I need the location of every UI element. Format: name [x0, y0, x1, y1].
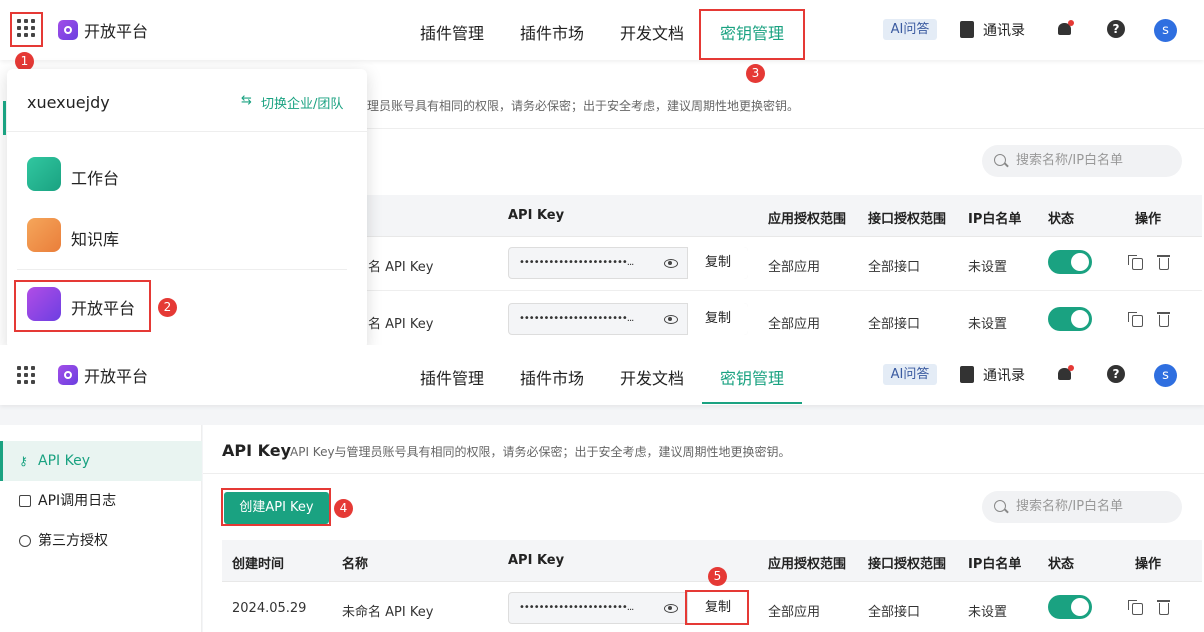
key-name: 名 API Key [368, 317, 434, 332]
avatar[interactable]: s [1154, 364, 1177, 387]
top-screenshot-panel: 理员账号具有相同的权限，请务必保密；出于安全考虑，建议周期性地更换密钥。 搜索名… [0, 0, 1204, 345]
status-toggle[interactable] [1048, 595, 1092, 619]
workbench-icon [27, 157, 61, 191]
nav-dev-docs[interactable]: 开发文档 [620, 20, 684, 44]
key-icon: ⚷ [19, 454, 28, 468]
status-toggle[interactable] [1048, 307, 1092, 331]
delete-icon[interactable] [1157, 312, 1170, 327]
bell-icon[interactable] [1057, 20, 1074, 37]
apps-grid-icon[interactable] [17, 366, 37, 386]
highlight-grid [10, 12, 43, 47]
contacts-link[interactable]: 通讯录 [983, 365, 1025, 385]
switch-team-link[interactable]: 切换企业/团队 [261, 93, 343, 112]
app-switcher-dropdown: xuexuejdy ⇆ 切换企业/团队 工作台 知识库 开放平台 2 [3, 69, 367, 345]
status-toggle[interactable] [1048, 250, 1092, 274]
step-badge-4: 4 [334, 499, 353, 518]
copy-icon[interactable] [1128, 255, 1143, 270]
brand-title[interactable]: 开放平台 [84, 18, 148, 42]
notice-text: 理员账号具有相同的权限，请务必保密；出于安全考虑，建议周期性地更换密钥。 [367, 99, 800, 113]
top-header: 开放平台 插件管理 插件市场 开发文档 密钥管理 AI问答 通讯录 ? s [0, 345, 1204, 405]
sidebar-item-third-party-auth[interactable]: 第三方授权 [0, 521, 202, 561]
contacts-book-icon[interactable] [960, 21, 974, 38]
highlight-create [221, 488, 331, 526]
eye-icon[interactable] [664, 604, 678, 613]
api-key-field: ••••••••••••••••••••••... 复制 [508, 303, 748, 335]
ai-qa-button[interactable]: AI问答 [883, 364, 937, 385]
nav-plugin-market[interactable]: 插件市场 [520, 365, 584, 389]
platform-logo-icon [58, 365, 78, 385]
copy-icon[interactable] [1128, 312, 1143, 327]
top-header: 开放平台 插件管理 插件市场 开发文档 密钥管理 AI问答 通讯录 ? s [0, 0, 1204, 60]
app-knowledge-base[interactable]: 知识库 [71, 226, 119, 250]
sidebar-item-api-key[interactable]: ⚷ API Key [0, 441, 202, 481]
step-badge-2: 2 [158, 298, 177, 317]
sidebar: ⚷ API Key API调用日志 第三方授权 [0, 425, 202, 632]
knowledge-base-icon [27, 218, 61, 252]
switch-icon[interactable]: ⇆ [241, 93, 252, 108]
avatar[interactable]: s [1154, 19, 1177, 42]
log-icon [19, 495, 31, 507]
bottom-screenshot-panel: 开放平台 插件管理 插件市场 开发文档 密钥管理 AI问答 通讯录 ? s ⚷ … [0, 345, 1204, 632]
delete-icon[interactable] [1157, 255, 1170, 270]
copy-icon[interactable] [1128, 600, 1143, 615]
highlight-key-manage [699, 9, 805, 60]
app-workbench[interactable]: 工作台 [71, 165, 119, 189]
eye-icon[interactable] [664, 315, 678, 324]
bell-icon[interactable] [1057, 365, 1074, 382]
ai-qa-button[interactable]: AI问答 [883, 19, 937, 40]
page-title: API Key [222, 441, 292, 460]
step-badge-5: 5 [708, 567, 727, 586]
username: xuexuejdy [27, 93, 110, 112]
nav-plugin-manage[interactable]: 插件管理 [420, 365, 484, 389]
nav-key-manage[interactable]: 密钥管理 [720, 365, 784, 389]
active-tab-indicator [702, 402, 802, 404]
contacts-link[interactable]: 通讯录 [983, 20, 1025, 40]
search-input[interactable]: 搜索名称/IP白名单 [982, 491, 1182, 523]
highlight-copy [685, 590, 749, 625]
eye-icon[interactable] [664, 259, 678, 268]
api-key-field: ••••••••••••••••••••••... 复制 [508, 247, 748, 279]
sidebar-item-api-log[interactable]: API调用日志 [0, 481, 202, 521]
search-input[interactable]: 搜索名称/IP白名单 [982, 145, 1182, 177]
nav-dev-docs[interactable]: 开发文档 [620, 365, 684, 389]
brand-title[interactable]: 开放平台 [84, 363, 148, 387]
key-name: 未命名 API Key [342, 605, 434, 620]
nav-plugin-market[interactable]: 插件市场 [520, 20, 584, 44]
nav-plugin-manage[interactable]: 插件管理 [420, 20, 484, 44]
step-badge-3: 3 [746, 64, 765, 83]
notice-text: API Key与管理员账号具有相同的权限，请务必保密；出于安全考虑，建议周期性地… [290, 445, 791, 459]
help-icon[interactable]: ? [1107, 365, 1125, 383]
key-name: 名 API Key [368, 260, 434, 275]
help-icon[interactable]: ? [1107, 20, 1125, 38]
highlight-open-platform [14, 280, 151, 332]
created-date: 2024.05.29 [232, 601, 307, 616]
copy-button[interactable]: 复制 [687, 303, 748, 335]
platform-logo-icon [58, 20, 78, 40]
delete-icon[interactable] [1157, 600, 1170, 615]
contacts-book-icon[interactable] [960, 366, 974, 383]
auth-icon [19, 535, 31, 547]
copy-button[interactable]: 复制 [687, 247, 748, 279]
